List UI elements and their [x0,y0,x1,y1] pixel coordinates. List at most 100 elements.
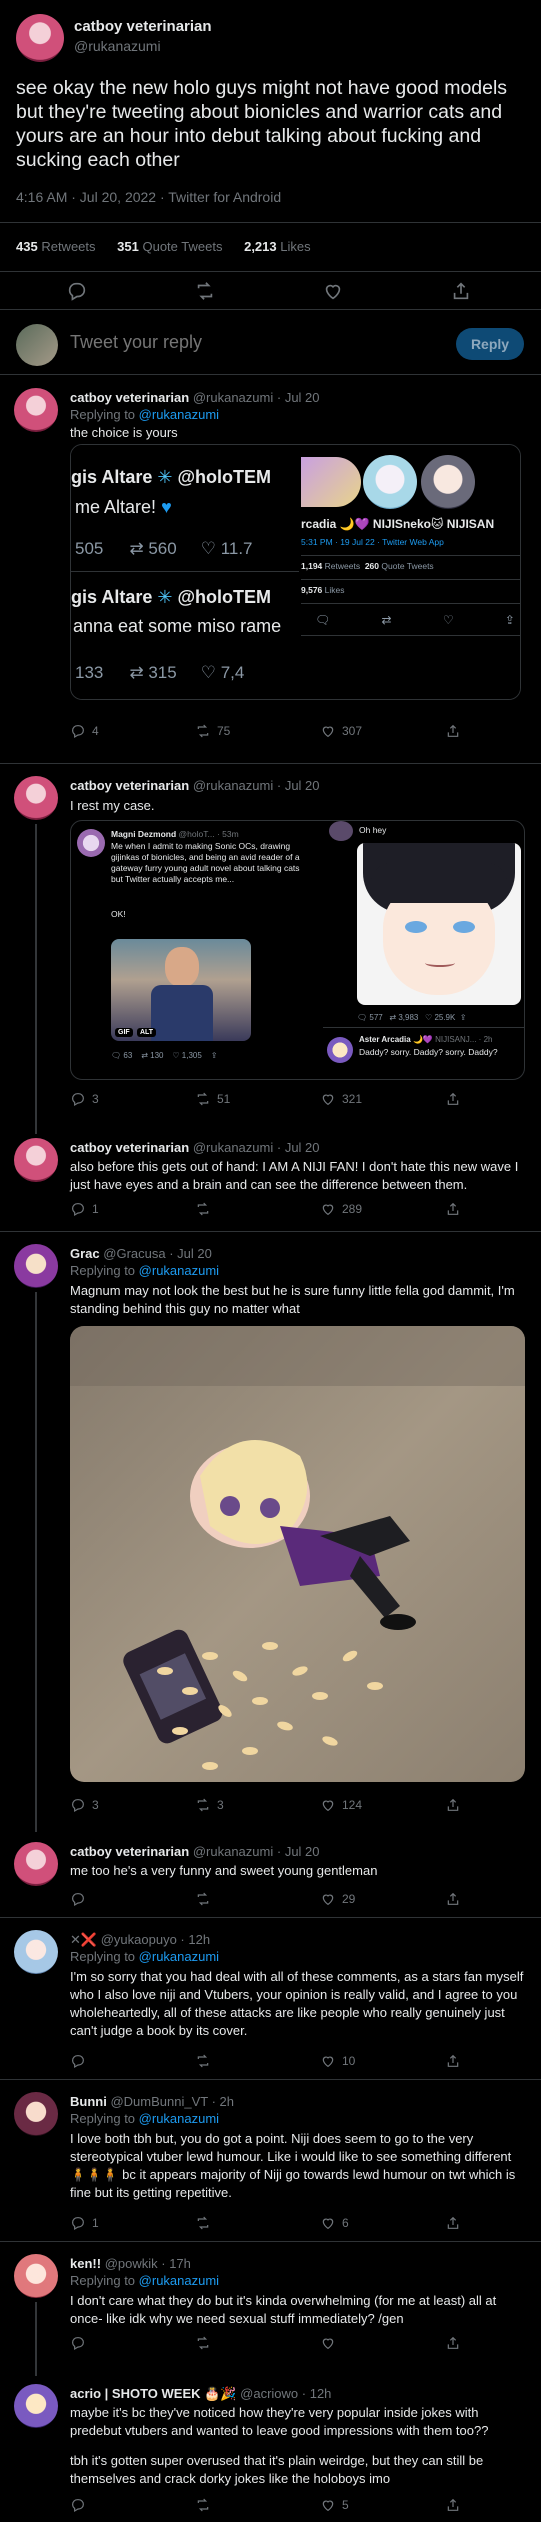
tweet-time[interactable]: Jul 20 [285,390,320,405]
author-name[interactable]: catboy veterinarian [70,778,189,793]
reply-tweet[interactable]: catboy veterinarian @rukanazumi · Jul 20… [0,376,541,764]
author-name[interactable]: catboy veterinarian [70,1844,189,1859]
gif-image[interactable]: GIF ALT [111,939,251,1041]
author-handle[interactable]: @acriowo [240,2386,298,2401]
share-action[interactable] [445,2334,461,2352]
avatar[interactable] [14,2384,58,2428]
retweets-stat[interactable]: 435 Retweets [16,239,96,254]
tweet-time[interactable]: 17h [169,2256,191,2271]
author-name[interactable]: catboy veterinarian [74,18,212,35]
author-name[interactable]: ✕❌ [70,1932,97,1947]
reply-input[interactable] [70,332,430,353]
author-name[interactable]: Bunni [70,2094,107,2109]
anime-image[interactable] [357,843,521,1005]
avatar[interactable] [14,1138,58,1182]
like-action[interactable]: 5 [320,2496,349,2514]
share-action[interactable] [445,2496,461,2514]
reply-action[interactable]: 3 [70,1090,99,1108]
like-action[interactable]: 10 [320,2052,355,2070]
like-action[interactable]: 124 [320,1796,362,1814]
share-action[interactable] [445,1890,461,1908]
avatar[interactable] [14,388,58,432]
reply-tweet[interactable]: catboy veterinarian @rukanazumi · Jul 20… [0,1126,541,1232]
author-handle[interactable]: @yukaopuyo [101,1932,177,1947]
like-action[interactable]: 321 [320,1090,362,1108]
author-handle[interactable]: @powkik [105,2256,158,2271]
tweet-time[interactable]: 12h [310,2386,332,2401]
share-action[interactable] [445,2052,461,2070]
retweet-action[interactable] [195,1890,217,1908]
author-handle[interactable]: @DumBunni_VT [110,2094,208,2109]
like-action[interactable]: 29 [320,1890,355,1908]
retweet-icon[interactable] [194,280,216,302]
like-action[interactable] [320,2334,342,2352]
author-name[interactable]: ken!! [70,2256,101,2271]
reply-button[interactable]: Reply [456,328,524,360]
reply-action[interactable]: 1 [70,2214,99,2232]
mention-link[interactable]: @rukanazumi [139,1949,219,1964]
author-name[interactable]: Grac [70,1246,100,1261]
tweet-time[interactable]: Jul 20 [285,1140,320,1155]
share-icon[interactable] [450,280,472,302]
avatar[interactable] [14,2092,58,2136]
author-handle[interactable]: @rukanazumi [193,390,273,405]
author-handle[interactable]: @rukanazumi [193,778,273,793]
retweet-action[interactable] [195,2334,217,2352]
avatar[interactable] [16,14,64,62]
tweet-time[interactable]: Jul 20 [177,1246,212,1261]
retweet-action[interactable] [195,2496,217,2514]
tweet-image[interactable]: Magni Dezmond @holoT... · 53m Me when I … [70,820,525,1080]
reply-action[interactable]: 3 [70,1796,99,1814]
mention-link[interactable]: @rukanazumi [139,2111,219,2126]
mention-link[interactable]: @rukanazumi [139,2273,219,2288]
retweet-action[interactable]: 51 [195,1090,230,1108]
share-action[interactable] [445,2214,461,2232]
author-handle[interactable]: @Gracusa [103,1246,165,1261]
avatar[interactable] [14,1244,58,1288]
tweet-image[interactable] [70,1326,525,1782]
author-name[interactable]: acrio | SHOTO WEEK 🎂🎉 [70,2386,237,2401]
like-action[interactable]: 307 [320,722,362,740]
author-name[interactable]: catboy veterinarian [70,390,189,405]
share-action[interactable] [445,1200,461,1218]
retweet-action[interactable] [195,1200,217,1218]
retweet-action[interactable] [195,2214,217,2232]
reply-tweet[interactable]: ken!! @powkik · 17h Replying to @rukanaz… [0,2242,541,2376]
tweet-time[interactable]: Jul 20 [285,1844,320,1859]
reply-action[interactable]: 4 [70,722,99,740]
reply-tweet[interactable]: Grac @Gracusa · Jul 20 Replying to @ruka… [0,1232,541,1832]
reply-action[interactable] [70,1890,92,1908]
author-handle[interactable]: @rukanazumi [193,1140,273,1155]
reply-action[interactable]: 1 [70,1200,99,1218]
tweet-time[interactable]: 12h [188,1932,210,1947]
reply-tweet[interactable]: catboy veterinarian @rukanazumi · Jul 20… [0,1830,541,1918]
share-action[interactable] [445,722,461,740]
reply-icon[interactable] [66,280,88,302]
reply-tweet[interactable]: ✕❌ @yukaopuyo · 12h Replying to @rukanaz… [0,1918,541,2080]
author-handle[interactable]: @rukanazumi [74,38,161,54]
avatar[interactable] [14,1842,58,1886]
reply-action[interactable] [70,2334,92,2352]
avatar[interactable] [14,776,58,820]
reply-tweet[interactable]: Bunni @DumBunni_VT · 2h Replying to @ruk… [0,2080,541,2242]
quotes-stat[interactable]: 351 Quote Tweets [117,239,222,254]
tweet-time[interactable]: 2h [220,2094,234,2109]
retweet-action[interactable] [195,2052,217,2070]
mention-link[interactable]: @rukanazumi [139,407,219,422]
retweet-action[interactable]: 75 [195,722,230,740]
mention-link[interactable]: @rukanazumi [139,1263,219,1278]
author-handle[interactable]: @rukanazumi [193,1844,273,1859]
tweet-time[interactable]: Jul 20 [285,778,320,793]
retweet-action[interactable]: 3 [195,1796,224,1814]
reply-tweet[interactable]: catboy veterinarian @rukanazumi · Jul 20… [0,764,541,1134]
like-icon[interactable] [322,280,344,302]
author-name[interactable]: catboy veterinarian [70,1140,189,1155]
reply-tweet[interactable]: acrio | SHOTO WEEK 🎂🎉 @acriowo · 12h may… [0,2372,541,2522]
like-action[interactable]: 289 [320,1200,362,1218]
like-action[interactable]: 6 [320,2214,349,2232]
avatar[interactable] [14,2254,58,2298]
avatar[interactable] [14,1930,58,1974]
tweet-image[interactable]: gis Altare ✳ @holoTEM me Altare! ♥ 505 ⇄ … [70,444,521,700]
reply-action[interactable] [70,2496,92,2514]
share-action[interactable] [445,1796,461,1814]
